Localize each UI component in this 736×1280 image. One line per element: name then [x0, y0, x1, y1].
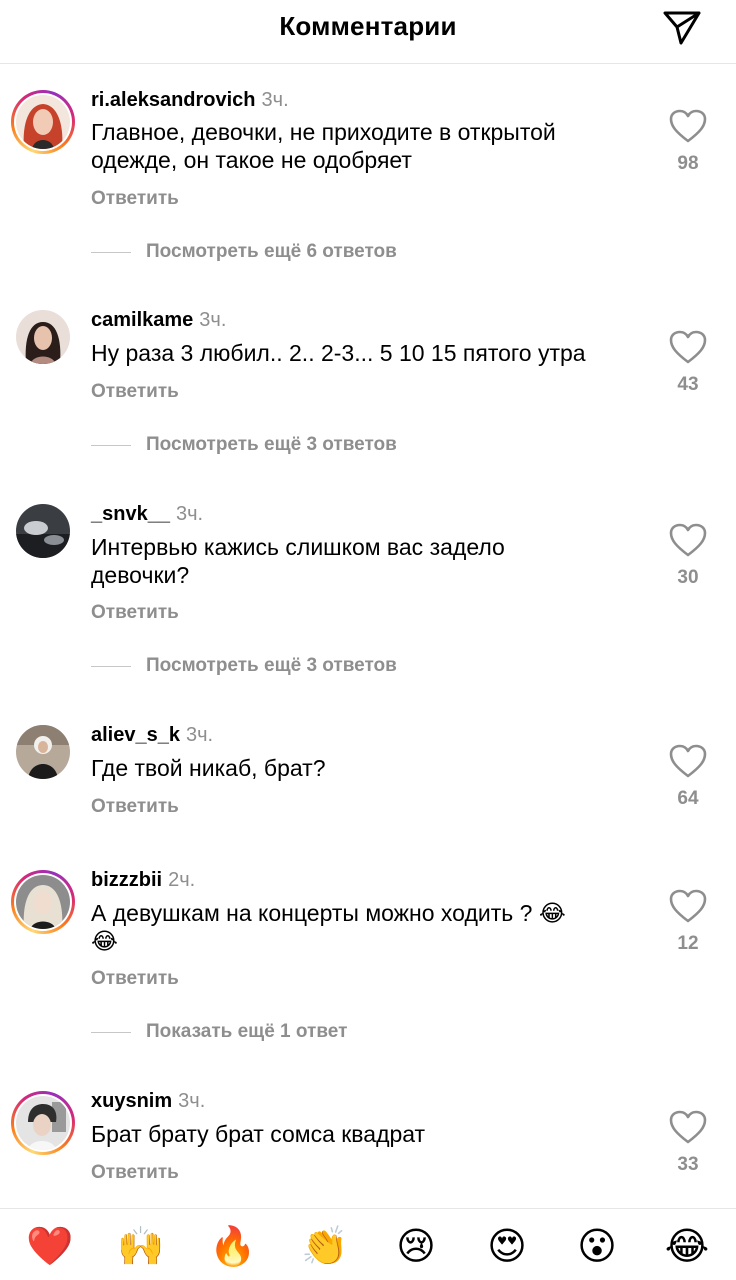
avatar-wrap[interactable]: [11, 720, 75, 784]
likes-count: 43: [677, 374, 699, 395]
comment-username[interactable]: ri.aleksandrovich: [91, 89, 256, 111]
view-more-replies-label: Посмотреть ещё 3 ответов: [146, 434, 397, 455]
view-more-replies-label: Посмотреть ещё 3 ответов: [146, 655, 397, 676]
reply-button[interactable]: Ответить: [91, 602, 179, 624]
comment-text: Где твой никаб, брат?: [91, 754, 651, 782]
like-button[interactable]: [668, 1109, 708, 1145]
reply-button[interactable]: Ответить: [91, 968, 179, 990]
paper-plane-icon: [663, 11, 701, 45]
comment-header: aliev_s_k 3ч.: [91, 723, 213, 747]
comment-text: А девушкам на концерты можно ходить ? 😂 …: [91, 899, 651, 955]
comment-username[interactable]: aliev_s_k: [91, 724, 180, 746]
emoji-tears-of-joy[interactable]: 😂: [662, 1221, 712, 1271]
view-more-replies[interactable]: Посмотреть ещё 3 ответов: [91, 654, 397, 678]
heart-icon: [669, 744, 707, 778]
comment-time: 3ч.: [199, 309, 227, 331]
thread-line: [91, 251, 131, 253]
comment-text: Брат брату брат сомса квадрат: [91, 1120, 651, 1148]
reply-button[interactable]: Ответить: [91, 796, 179, 818]
emoji-crying-face[interactable]: 😢: [391, 1221, 441, 1271]
comment-text-line: 😂: [91, 928, 118, 954]
reply-button[interactable]: Ответить: [91, 1162, 179, 1184]
comment-username[interactable]: _snvk__: [91, 503, 170, 525]
comment-time: 3ч.: [261, 89, 289, 111]
heart-icon: [669, 1110, 707, 1144]
comment-header: bizzzbii 2ч.: [91, 868, 195, 892]
share-button[interactable]: [662, 8, 702, 48]
avatar: [16, 875, 70, 929]
heart-icon: [669, 889, 707, 923]
avatar: [16, 310, 70, 364]
comment-text-line: Где твой никаб, брат?: [91, 755, 326, 781]
comment-username[interactable]: camilkame: [91, 309, 193, 331]
comment-time: 3ч.: [185, 724, 214, 746]
comment-text-line: Ну раза 3 любил.. 2.. 2-3... 5 10 15 пят…: [91, 340, 586, 366]
likes-count: 12: [677, 933, 699, 954]
view-more-replies[interactable]: Показать ещё 1 ответ: [91, 1020, 347, 1044]
emoji-fire[interactable]: 🔥: [208, 1221, 258, 1271]
comment-time: 2ч.: [168, 869, 196, 891]
likes-count: 98: [677, 153, 699, 174]
comment-text-line: А девушкам на концерты можно ходить ? 😂: [91, 900, 566, 926]
avatar-wrap[interactable]: [11, 499, 75, 563]
comment-header: xuysnim 3ч.: [91, 1089, 205, 1113]
emoji-heart-eyes[interactable]: 😍: [482, 1221, 532, 1271]
comments-list[interactable]: ri.aleksandrovich 3ч. Главное, девочки, н…: [0, 65, 736, 1208]
view-more-replies-label: Показать ещё 1 ответ: [146, 1021, 348, 1042]
avatar: [16, 1096, 70, 1150]
reply-button[interactable]: Ответить: [91, 188, 179, 210]
avatar-story-ring[interactable]: [11, 870, 75, 934]
view-more-replies[interactable]: Посмотреть ещё 6 ответов: [91, 240, 397, 264]
comment-text-line: Главное, девочки, не приходите в открыто…: [91, 119, 556, 145]
like-button[interactable]: [668, 108, 708, 144]
emoji-clapping-hands[interactable]: 👏: [300, 1221, 350, 1271]
heart-icon: [669, 109, 707, 143]
comment-text-line: Брат брату брат сомса квадрат: [91, 1121, 426, 1147]
avatar-story-ring[interactable]: [11, 1091, 75, 1155]
likes-count: 33: [677, 1154, 699, 1175]
avatar-story-ring[interactable]: [11, 90, 75, 154]
emoji-reaction-bar: ❤️ 🙌 🔥 👏 😢 😍 😮 😂: [0, 1208, 736, 1280]
comment-text-line: одежде, он такое не одобряет: [91, 147, 412, 173]
comment-username[interactable]: bizzzbii: [91, 869, 162, 891]
comment-text: Ну раза 3 любил.. 2.. 2-3... 5 10 15 пят…: [91, 339, 651, 367]
likes-count: 30: [677, 567, 699, 588]
emoji-raising-hands[interactable]: 🙌: [116, 1221, 166, 1271]
emoji-surprised-face[interactable]: 😮: [572, 1221, 622, 1271]
like-button[interactable]: [668, 522, 708, 558]
header-bar: Комментарии: [0, 0, 736, 64]
comment-text-line: Интервью кажись слишком вас задело: [91, 534, 505, 560]
thread-line: [91, 665, 131, 667]
avatar-wrap[interactable]: [11, 305, 75, 369]
avatar: [16, 725, 70, 779]
comment-header: camilkame 3ч.: [91, 308, 226, 332]
avatar: [16, 95, 70, 149]
thread-line: [91, 1031, 131, 1033]
comment-time: 3ч.: [178, 1090, 206, 1112]
reply-button[interactable]: Ответить: [91, 381, 179, 403]
comment-text: Главное, девочки, не приходите в открыто…: [91, 118, 651, 174]
avatar: [16, 504, 70, 558]
view-more-replies-label: Посмотреть ещё 6 ответов: [146, 241, 397, 262]
comment-header: ri.aleksandrovich 3ч.: [91, 88, 289, 112]
comment-time: 3ч.: [175, 503, 204, 525]
heart-icon: [669, 523, 707, 557]
comment-username[interactable]: xuysnim: [91, 1090, 172, 1112]
thread-line: [91, 444, 131, 446]
comment-text: Интервью кажись слишком вас задело девоч…: [91, 533, 651, 589]
likes-count: 64: [677, 788, 699, 809]
emoji-red-heart[interactable]: ❤️: [25, 1221, 75, 1271]
like-button[interactable]: [668, 743, 708, 779]
view-more-replies[interactable]: Посмотреть ещё 3 ответов: [91, 433, 397, 457]
comment-header: _snvk__ 3ч.: [91, 502, 203, 526]
like-button[interactable]: [668, 888, 708, 924]
like-button[interactable]: [668, 329, 708, 365]
comment-text-line: девочки?: [91, 562, 190, 588]
heart-icon: [669, 330, 707, 364]
page-title: Комментарии: [279, 11, 457, 41]
